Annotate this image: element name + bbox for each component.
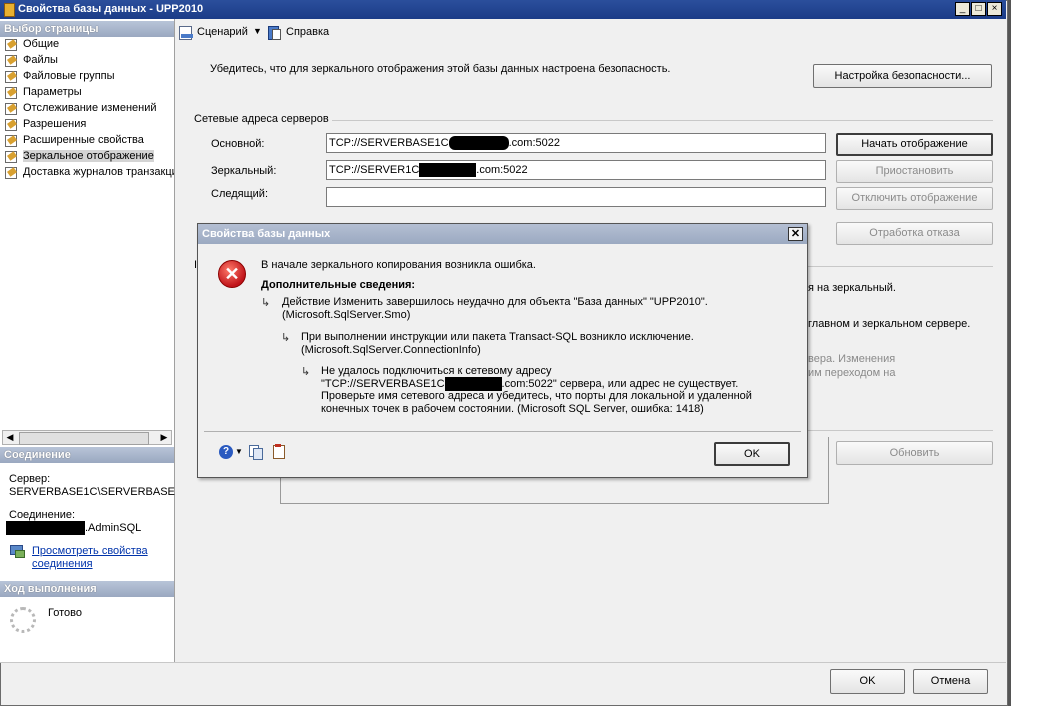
status-box-edge	[806, 437, 829, 478]
scroll-left-arrow-icon[interactable]: ◀	[3, 431, 17, 444]
page-icon	[4, 150, 18, 164]
sidebar-item-permissions[interactable]: Разрешения	[4, 118, 86, 134]
bottom-divider	[0, 662, 1006, 663]
sidebar-item-log-shipping[interactable]: Доставка журналов транзакций	[4, 166, 174, 182]
start-mirroring-button[interactable]: Начать отображение	[836, 133, 993, 156]
progress-header: Ход выполнения	[0, 581, 174, 597]
minimize-button[interactable]: _	[955, 2, 970, 16]
mode-description-fragment-1: я на зеркальный.	[808, 282, 896, 294]
security-note: Убедитесь, что для зеркального отображен…	[210, 63, 671, 75]
maximize-button[interactable]: □	[971, 2, 986, 16]
detail-3-line-4: конечных точек в рабочем состоянии. (Mic…	[321, 403, 704, 415]
page-icon	[4, 118, 18, 132]
page-icon	[4, 166, 18, 180]
principal-address-field[interactable]: TCP://SERVERBASE1C .com:5022	[326, 133, 826, 153]
pause-button[interactable]: Приостановить	[836, 160, 993, 183]
redacted-block	[448, 136, 509, 151]
refresh-button[interactable]: Обновить	[836, 441, 993, 465]
page-icon	[4, 38, 18, 52]
database-icon	[4, 3, 15, 17]
help-icon[interactable]: ?	[219, 445, 233, 459]
dialog-close-button[interactable]: ✕	[788, 227, 803, 241]
mirror-address-field[interactable]: TCP://SERVER1C .com:5022	[326, 160, 826, 180]
detail-2-line-1: При выполнении инструкции или пакета Tra…	[301, 331, 694, 343]
sidebar-item-general[interactable]: Общие	[4, 38, 59, 54]
script-button[interactable]: Сценарий	[197, 26, 248, 38]
detail-3-line-1: Не удалось подключиться к сетевому адрес…	[321, 365, 552, 377]
close-button[interactable]: ×	[987, 2, 1002, 16]
connection-header: Соединение	[0, 447, 174, 463]
sidebar-item-extended-properties[interactable]: Расширенные свойства	[4, 134, 144, 150]
server-addresses-group-label: Сетевые адреса серверов	[194, 113, 329, 125]
witness-label: Следящий:	[211, 188, 269, 200]
detail-2-line-2: (Microsoft.SqlServer.ConnectionInfo)	[301, 344, 481, 356]
configure-security-button[interactable]: Настройка безопасности...	[813, 64, 992, 88]
server-value: SERVERBASE1C\SERVERBASE	[9, 486, 175, 498]
remove-mirroring-button[interactable]: Отключить отображение	[836, 187, 993, 210]
group-divider	[332, 120, 993, 121]
cancel-button[interactable]: Отмена	[913, 669, 988, 694]
sidebar-item-options[interactable]: Параметры	[4, 86, 82, 102]
page-select-header: Выбор страницы	[0, 21, 174, 37]
failover-button[interactable]: Отработка отказа	[836, 222, 993, 245]
connection-value: .AdminSQL	[6, 521, 141, 535]
page-icon	[4, 70, 18, 84]
detail-arrow-icon: ↳	[261, 297, 271, 309]
server-label: Сервер:	[9, 473, 51, 485]
group-divider	[806, 266, 993, 267]
detail-3-line-3: Проверьте имя сетевого адреса и убедитес…	[321, 390, 752, 402]
page-icon	[4, 54, 18, 68]
detail-1-line-1: Действие Изменить завершилось неудачно д…	[282, 296, 708, 308]
error-icon: ✕	[218, 260, 246, 288]
sidebar-item-change-tracking[interactable]: Отслеживание изменений	[4, 102, 157, 118]
sidebar-item-files[interactable]: Файлы	[4, 54, 58, 70]
script-icon[interactable]	[178, 25, 194, 40]
group-divider	[806, 430, 993, 431]
redacted-block	[419, 163, 477, 178]
principal-label: Основной:	[211, 138, 265, 150]
mode-description-fragment-4: им переходом на	[808, 367, 896, 379]
detail-3-line-2: "TCP://SERVERBASE1C .com:5022" сервера, и…	[321, 377, 739, 391]
details-header: Дополнительные сведения:	[261, 279, 416, 291]
error-message: В начале зеркального копирования возникл…	[261, 259, 536, 271]
dialog-title-bar[interactable]: Свойства базы данных ✕	[198, 224, 807, 244]
scroll-right-arrow-icon[interactable]: ▶	[157, 431, 171, 444]
show-details-icon[interactable]	[272, 444, 286, 459]
sidebar-item-mirroring[interactable]: Зеркальное отображение	[4, 150, 154, 166]
help-button[interactable]: Справка	[286, 26, 329, 38]
mode-description-fragment-2: главном и зеркальном сервере.	[808, 318, 971, 330]
progress-status: Готово	[48, 607, 82, 619]
ok-button[interactable]: OK	[830, 669, 905, 694]
dialog-divider	[204, 431, 801, 432]
view-properties-icon	[10, 545, 25, 558]
page-icon	[4, 102, 18, 116]
copy-icon[interactable]	[249, 445, 263, 460]
help-icon[interactable]	[267, 25, 281, 40]
window-title: Свойства базы данных - UPP2010	[18, 3, 204, 15]
window-frame-edge	[1008, 0, 1011, 706]
page-icon	[4, 86, 18, 100]
script-dropdown-arrow-icon[interactable]: ▼	[253, 26, 262, 36]
dialog-title: Свойства базы данных	[202, 228, 331, 240]
connection-label: Соединение:	[9, 509, 76, 521]
error-dialog: Свойства базы данных ✕ ✕ В начале зеркал…	[197, 223, 808, 478]
mode-description-fragment-3: вера. Изменения	[808, 353, 896, 365]
progress-spinner-icon	[10, 607, 36, 633]
mirror-label: Зеркальный:	[211, 165, 277, 177]
sidebar-item-filegroups[interactable]: Файловые группы	[4, 70, 115, 86]
detail-arrow-icon: ↳	[281, 332, 291, 344]
title-bar[interactable]: Свойства базы данных - UPP2010 _ □ ×	[0, 0, 1006, 19]
scroll-thumb[interactable]	[19, 432, 149, 445]
witness-address-field[interactable]	[326, 187, 826, 207]
help-dropdown-arrow-icon[interactable]: ▼	[235, 447, 243, 456]
detail-1-line-2: (Microsoft.SqlServer.Smo)	[282, 309, 411, 321]
status-box	[280, 478, 829, 504]
dialog-ok-button[interactable]: OK	[714, 442, 790, 466]
view-connection-properties-link[interactable]: Просмотреть свойства соединения	[32, 545, 162, 571]
detail-arrow-icon: ↳	[301, 366, 311, 378]
sidebar-hscrollbar[interactable]: ◀ ▶	[2, 430, 172, 445]
page-icon	[4, 134, 18, 148]
redacted-block	[6, 521, 85, 535]
redacted-block	[444, 377, 502, 391]
